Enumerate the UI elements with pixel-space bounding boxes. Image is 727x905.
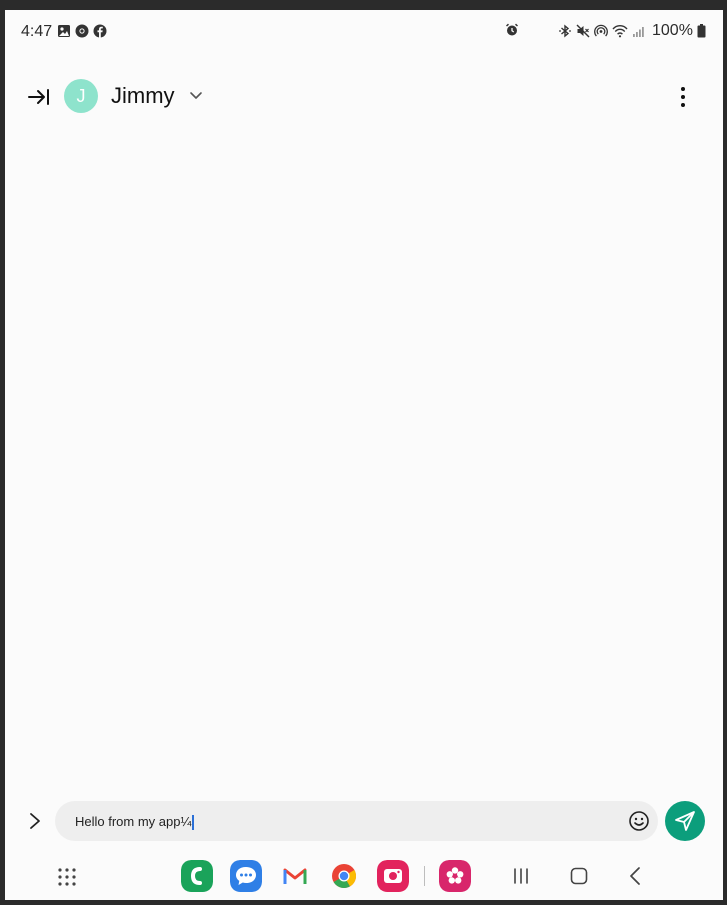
- system-status-icons: 100%: [558, 22, 706, 40]
- status-time: 4:47: [21, 23, 53, 40]
- battery-icon: [697, 24, 706, 38]
- chrome-icon: [75, 24, 89, 38]
- chevron-right-icon[interactable]: [25, 809, 45, 833]
- facebook-icon: [93, 24, 107, 38]
- gmail-app-icon[interactable]: [279, 860, 311, 892]
- image-icon: [58, 25, 70, 37]
- conversation-header: J Jimmy: [5, 72, 723, 122]
- collapse-panel-icon[interactable]: [27, 85, 51, 109]
- phone-screen: 4:47 100% J Jimmy Hello from my app¼: [5, 10, 723, 900]
- bluetooth-icon: [559, 24, 571, 38]
- signal-icon: [633, 27, 644, 37]
- send-icon: [675, 811, 695, 831]
- camera-app-icon[interactable]: [377, 860, 409, 892]
- wifi-icon: [612, 25, 628, 38]
- messages-app-icon[interactable]: [230, 860, 262, 892]
- message-list[interactable]: [5, 122, 723, 792]
- hotspot-icon: [594, 24, 608, 37]
- taskbar: [5, 856, 723, 896]
- contact-avatar[interactable]: J: [64, 79, 98, 113]
- mute-icon: [576, 24, 590, 38]
- message-input[interactable]: Hello from my app¼: [55, 801, 658, 841]
- message-composer: Hello from my app¼: [5, 798, 723, 844]
- send-button[interactable]: [665, 801, 705, 841]
- chrome-app-icon[interactable]: [328, 860, 360, 892]
- notification-icons: [57, 24, 107, 38]
- emoji-icon[interactable]: [627, 809, 651, 833]
- dock-divider: [424, 866, 425, 886]
- alarm-icon: [505, 23, 519, 36]
- recent-apps-icon[interactable]: [510, 865, 532, 887]
- phone-app-icon[interactable]: [181, 860, 213, 892]
- battery-percent: 100%: [652, 22, 693, 39]
- gallery-app-icon[interactable]: [439, 860, 471, 892]
- message-input-text: Hello from my app¼: [75, 814, 195, 831]
- text-cursor: [192, 815, 195, 831]
- home-icon[interactable]: [568, 865, 590, 887]
- app-drawer-icon[interactable]: [57, 867, 77, 887]
- message-text-value: Hello from my app¼: [75, 814, 192, 829]
- more-options-icon[interactable]: [673, 84, 693, 110]
- back-icon[interactable]: [625, 865, 647, 887]
- contact-name[interactable]: Jimmy: [111, 83, 175, 109]
- chevron-down-icon[interactable]: [189, 88, 203, 102]
- status-bar: 4:47 100%: [5, 10, 723, 52]
